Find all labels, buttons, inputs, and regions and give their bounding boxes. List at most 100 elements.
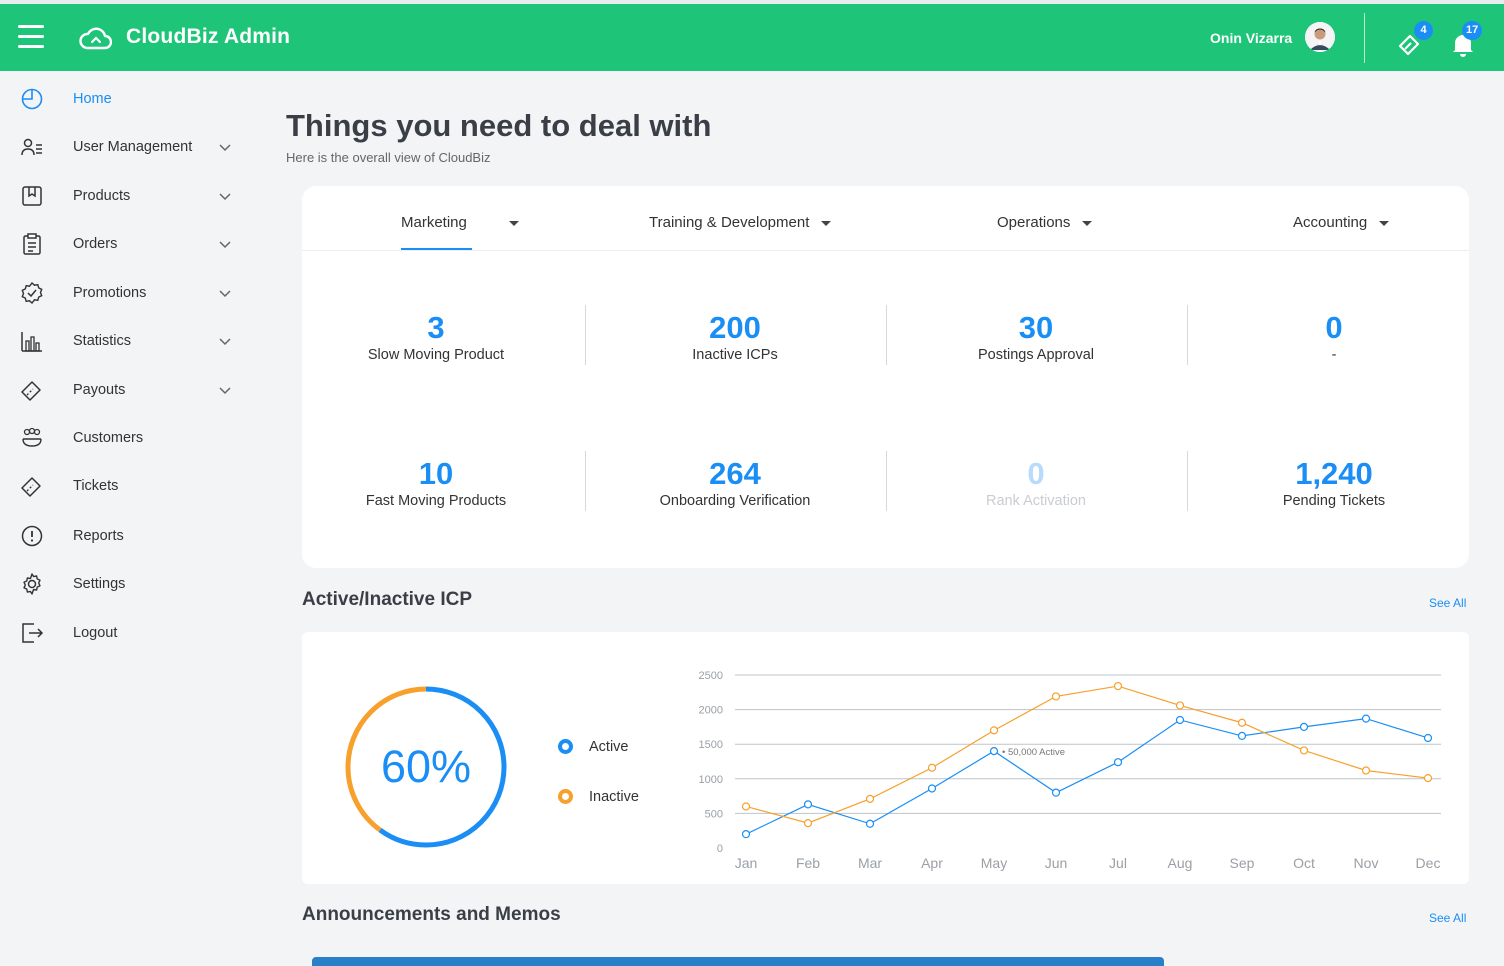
data-point-active bbox=[803, 800, 813, 809]
icp-chart-card: 60% Active Inactive 0 500 1000 1500 2000 2500… bbox=[302, 632, 1469, 884]
clipboard-icon bbox=[23, 233, 41, 255]
menu-toggle-icon[interactable] bbox=[18, 25, 44, 49]
stat-label: Fast Moving Products bbox=[365, 493, 507, 509]
sidebar-item-tickets[interactable]: Tickets bbox=[0, 462, 262, 510]
data-point-inactive bbox=[803, 818, 813, 828]
stat-value: 264 bbox=[709, 456, 761, 491]
chevron-down-icon[interactable] bbox=[217, 139, 233, 155]
alert-circle-icon bbox=[21, 525, 43, 547]
donut-percent-label: 60% bbox=[381, 741, 471, 792]
stat-fast-moving-products[interactable]: 10 Fast Moving Products bbox=[295, 456, 577, 509]
sidebar-item-user-management[interactable]: User Management bbox=[0, 123, 262, 171]
stat-label: - bbox=[1331, 347, 1337, 363]
legend-active-label: Active bbox=[589, 739, 629, 755]
stat-pending-tickets[interactable]: 1,240 Pending Tickets bbox=[1193, 456, 1475, 509]
tab-accounting[interactable]: Accounting bbox=[1293, 214, 1390, 231]
data-point-inactive bbox=[1299, 746, 1309, 755]
sidebar-item-label: Reports bbox=[73, 528, 124, 544]
stat-divider bbox=[585, 305, 586, 365]
x-tick-label: Dec bbox=[1416, 855, 1441, 871]
sidebar-item-home[interactable]: Home bbox=[0, 75, 262, 123]
sidebar: Home User Management Products Orders Pro… bbox=[0, 71, 262, 966]
tab-marketing[interactable]: Marketing bbox=[401, 214, 519, 231]
top-bar: CloudBiz Admin Onin Vizarra 4 17 bbox=[0, 4, 1504, 71]
sidebar-item-logout[interactable]: Logout bbox=[0, 609, 262, 657]
sidebar-item-label: Statistics bbox=[73, 333, 132, 349]
customers-icon bbox=[22, 427, 42, 447]
caret-down-icon bbox=[821, 220, 832, 226]
chevron-down-icon[interactable] bbox=[217, 333, 233, 349]
tab-training-development[interactable]: Training & Development bbox=[649, 214, 832, 231]
data-point-active bbox=[1361, 714, 1371, 723]
y-tick-label: 500 bbox=[705, 808, 723, 820]
sidebar-item-customers[interactable]: Customers bbox=[0, 414, 262, 462]
x-tick-label: Sep bbox=[1230, 855, 1255, 871]
sidebar-item-label: Payouts bbox=[73, 382, 126, 398]
tab-label: Training & Development bbox=[649, 214, 810, 231]
data-point-inactive bbox=[865, 794, 875, 803]
y-tick-label: 2500 bbox=[699, 670, 723, 682]
data-point-inactive bbox=[1237, 718, 1247, 727]
x-tick-label: Oct bbox=[1293, 855, 1315, 871]
stat-inactive-icps[interactable]: 200 Inactive ICPs bbox=[594, 310, 876, 363]
x-tick-label: Jan bbox=[735, 855, 758, 871]
sidebar-item-label: Tickets bbox=[73, 478, 119, 494]
sidebar-item-label: Settings bbox=[73, 576, 126, 592]
sidebar-item-label: User Management bbox=[73, 139, 193, 155]
announcements-title: Announcements and Memos bbox=[302, 904, 561, 925]
stat-value: 0 bbox=[1325, 310, 1343, 345]
announcement-banner[interactable] bbox=[312, 957, 1164, 966]
tickets-button[interactable]: 4 bbox=[1396, 21, 1433, 58]
data-point-active bbox=[865, 819, 875, 828]
x-tick-label: Jul bbox=[1109, 855, 1127, 871]
sidebar-item-products[interactable]: Products bbox=[0, 172, 262, 220]
chevron-down-icon[interactable] bbox=[217, 188, 233, 204]
sidebar-item-label: Home bbox=[73, 91, 112, 107]
app-title: CloudBiz Admin bbox=[126, 25, 291, 48]
topbar-divider bbox=[1364, 13, 1365, 63]
icp-see-all-link[interactable]: See All bbox=[1429, 596, 1466, 610]
icp-donut-chart: 60% bbox=[345, 686, 507, 848]
badge-check-icon bbox=[21, 281, 43, 305]
sidebar-item-label: Logout bbox=[73, 625, 118, 641]
stat-value: 0 bbox=[1027, 456, 1045, 491]
y-tick-label: 0 bbox=[717, 843, 723, 855]
sidebar-item-reports[interactable]: Reports bbox=[0, 512, 262, 560]
user-name[interactable]: Onin Vizarra bbox=[1210, 30, 1292, 46]
data-point-inactive bbox=[989, 726, 999, 735]
stat-postings-approval[interactable]: 30 Postings Approval bbox=[895, 310, 1177, 363]
stat-divider bbox=[886, 451, 887, 511]
series-line-active bbox=[745, 717, 1429, 835]
sidebar-item-label: Products bbox=[73, 188, 131, 204]
data-point-active bbox=[1299, 722, 1309, 732]
announcements-see-all-link[interactable]: See All bbox=[1429, 911, 1466, 925]
stat-slow-moving-product[interactable]: 3 Slow Moving Product bbox=[295, 310, 577, 363]
cloud-logo-icon bbox=[79, 27, 112, 50]
legend-inactive-marker bbox=[558, 789, 573, 804]
stat-rank-activation[interactable]: 0 Rank Activation bbox=[895, 456, 1177, 509]
sidebar-item-orders[interactable]: Orders bbox=[0, 220, 262, 268]
sidebar-item-payouts[interactable]: Payouts bbox=[0, 366, 262, 414]
x-tick-label: Jun bbox=[1045, 855, 1068, 871]
chevron-down-icon[interactable] bbox=[217, 382, 233, 398]
tab-operations[interactable]: Operations bbox=[997, 214, 1093, 231]
notifications-button[interactable]: 17 bbox=[1450, 21, 1483, 58]
stat-onboarding-verification[interactable]: 264 Onboarding Verification bbox=[594, 456, 876, 509]
icp-section-title: Active/Inactive ICP bbox=[302, 589, 473, 610]
data-point-inactive bbox=[741, 802, 751, 811]
sidebar-item-settings[interactable]: Settings bbox=[0, 560, 262, 608]
stat-unnamed[interactable]: 0 - bbox=[1193, 310, 1475, 363]
tab-divider bbox=[302, 250, 1469, 251]
chevron-down-icon[interactable] bbox=[217, 236, 233, 252]
stat-value: 30 bbox=[1018, 310, 1054, 345]
notification-badge: 17 bbox=[1462, 21, 1483, 40]
sidebar-item-promotions[interactable]: Promotions bbox=[0, 269, 262, 317]
chevron-down-icon[interactable] bbox=[217, 285, 233, 301]
x-tick-label: Nov bbox=[1354, 855, 1379, 871]
avatar[interactable] bbox=[1305, 22, 1335, 52]
stat-value: 3 bbox=[427, 310, 445, 345]
logout-icon bbox=[22, 623, 44, 643]
series-line-inactive bbox=[745, 685, 1429, 824]
sidebar-item-statistics[interactable]: Statistics bbox=[0, 317, 262, 365]
sidebar-item-label: Promotions bbox=[73, 285, 147, 301]
